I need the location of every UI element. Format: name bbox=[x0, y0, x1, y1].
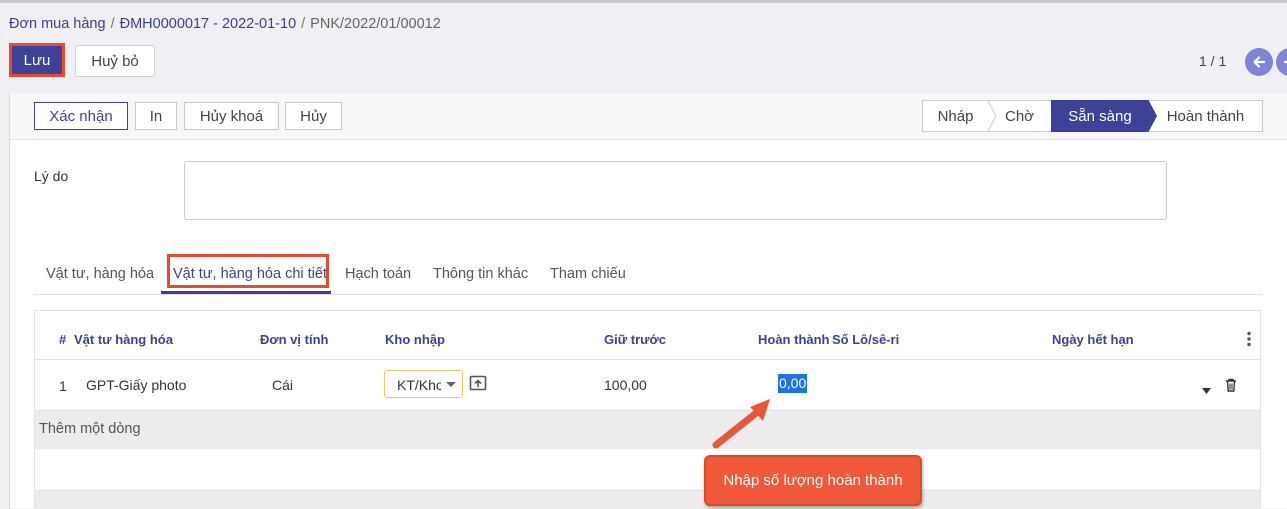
tab-references[interactable]: Tham chiếu bbox=[550, 266, 626, 282]
tab-accounting[interactable]: Hạch toán bbox=[345, 266, 411, 282]
step-done-label: Hoàn thành bbox=[1166, 107, 1245, 125]
breadcrumb-purchase-orders[interactable]: Đơn mua hàng bbox=[9, 16, 106, 32]
step-done[interactable]: Hoàn thành bbox=[1149, 100, 1263, 132]
breadcrumb: Đơn mua hàng / ĐMH0000017 - 2022-01-10/PNK… bbox=[9, 16, 441, 32]
col-uom[interactable]: Đơn vị tính bbox=[260, 332, 328, 347]
caret-down-icon[interactable] bbox=[1202, 381, 1211, 397]
cancel-button[interactable]: Hủy bbox=[285, 102, 342, 130]
warehouse-value: KT/Kho bbox=[397, 377, 441, 393]
pager-value[interactable]: 1 / 1 bbox=[1199, 53, 1226, 69]
empty-row bbox=[35, 449, 1260, 489]
step-separator bbox=[1051, 101, 1059, 131]
tab-active-underline bbox=[161, 291, 331, 294]
col-done[interactable]: Hoàn thành bbox=[758, 332, 830, 347]
col-lot-serial[interactable]: Số Lô/sê-ri bbox=[832, 332, 899, 347]
notebook-tabs: Vật tư, hàng hóa Vật tư, hàng hóa chi ti… bbox=[34, 254, 1262, 295]
row-index: 1 bbox=[59, 378, 67, 394]
arrow-left-icon[interactable] bbox=[1245, 48, 1273, 76]
breadcrumb-order[interactable]: ĐMH0000017 - 2022-01-10 bbox=[120, 16, 297, 32]
step-waiting[interactable]: Chờ bbox=[988, 100, 1059, 132]
external-link-icon[interactable] bbox=[469, 374, 487, 395]
add-line-row: Thêm một dòng bbox=[35, 409, 1260, 449]
empty-row bbox=[35, 489, 1260, 509]
form-sheet: Xác nhận In Hủy khoá Hủy Nháp Chờ Sẵn sà… bbox=[9, 93, 1287, 509]
step-separator bbox=[1149, 101, 1157, 131]
save-button[interactable]: Lưu bbox=[9, 43, 65, 77]
step-ready[interactable]: Sẵn sàng bbox=[1051, 100, 1157, 132]
row-reserved[interactable]: 100,00 bbox=[604, 377, 647, 393]
move-lines-table: # Vật tư hàng hóa Đơn vị tính Kho nhập G… bbox=[34, 310, 1261, 509]
unlock-button[interactable]: Hủy khoá bbox=[184, 102, 279, 130]
warehouse-select[interactable]: KT/Kho bbox=[384, 370, 463, 398]
chevron-down-icon bbox=[446, 382, 456, 387]
breadcrumb-separator: / bbox=[301, 16, 306, 32]
step-separator bbox=[988, 101, 996, 131]
reason-label: Lý do bbox=[34, 168, 69, 184]
table-header: # Vật tư hàng hóa Đơn vị tính Kho nhập G… bbox=[35, 311, 1260, 360]
breadcrumb-receipt: PNK/2022/01/00012 bbox=[310, 16, 441, 32]
tab-products[interactable]: Vật tư, hàng hóa bbox=[46, 266, 154, 282]
step-ready-label: Sẵn sàng bbox=[1068, 107, 1132, 125]
kebab-menu-icon[interactable] bbox=[1246, 331, 1252, 350]
arrow-right-icon[interactable] bbox=[1276, 48, 1287, 76]
confirm-button[interactable]: Xác nhận bbox=[34, 102, 128, 130]
trash-icon[interactable] bbox=[1225, 378, 1237, 395]
print-button[interactable]: In bbox=[135, 102, 177, 130]
col-expiry-date[interactable]: Ngày hết hạn bbox=[1052, 332, 1134, 347]
annotation-arrow-icon bbox=[712, 399, 770, 449]
add-line-link[interactable]: Thêm một dòng bbox=[39, 421, 141, 437]
step-waiting-label: Chờ bbox=[1004, 107, 1034, 125]
step-draft[interactable]: Nháp bbox=[922, 100, 996, 132]
col-reserved[interactable]: Giữ trước bbox=[604, 332, 666, 347]
breadcrumb-separator: / bbox=[110, 16, 115, 32]
discard-button[interactable]: Huỷ bỏ bbox=[75, 45, 155, 77]
tab-other-info[interactable]: Thông tin khác bbox=[433, 266, 528, 282]
col-index: # bbox=[59, 332, 67, 347]
row-uom[interactable]: Cái bbox=[272, 377, 293, 393]
annotation-callout: Nhập số lượng hoàn thành bbox=[704, 455, 922, 506]
tab-highlight-box bbox=[167, 254, 329, 288]
col-warehouse[interactable]: Kho nhập bbox=[385, 332, 445, 347]
col-product[interactable]: Vật tư hàng hóa bbox=[74, 332, 173, 347]
step-draft-label: Nháp bbox=[937, 107, 974, 125]
reason-input[interactable] bbox=[184, 161, 1167, 220]
table-row[interactable]: 1 GPT-Giấy photo Cái KT/Kho 100,00 0,00 bbox=[35, 359, 1260, 409]
top-border bbox=[0, 0, 1287, 3]
row-product[interactable]: GPT-Giấy photo bbox=[86, 377, 186, 393]
statusbar: Xác nhận In Hủy khoá Hủy Nháp Chờ Sẵn sà… bbox=[10, 93, 1287, 140]
status-steps: Nháp Chờ Sẵn sàng Hoàn thành bbox=[922, 100, 1263, 132]
